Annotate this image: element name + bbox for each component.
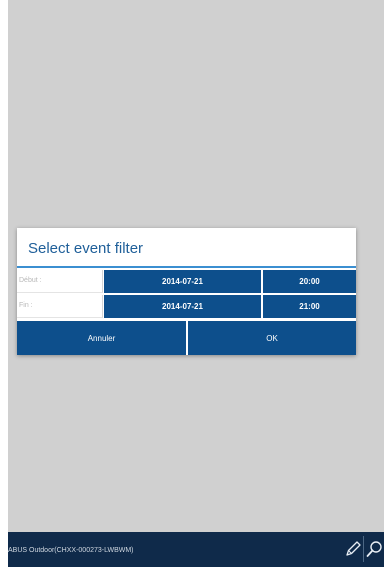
end-time-button[interactable]: 21:00	[263, 295, 356, 318]
search-icon[interactable]	[364, 538, 384, 560]
ok-button[interactable]: OK	[188, 321, 356, 355]
end-label: Fin :	[19, 302, 33, 309]
end-label-cell: Fin :	[17, 295, 103, 318]
start-date-button[interactable]: 2014-07-21	[104, 270, 261, 293]
start-label-cell: Début :	[17, 270, 103, 293]
search-icon-graphic	[366, 541, 382, 557]
dialog-title: Select event filter	[28, 240, 144, 257]
bottom-bar: ABUS Outdoor(CHXX-000273-LWBWM)	[8, 532, 384, 567]
end-row: Fin : 2014-07-21 21:00	[17, 295, 356, 318]
device-title: ABUS Outdoor(CHXX-000273-LWBWM)	[8, 547, 134, 554]
end-date-button[interactable]: 2014-07-21	[104, 295, 261, 318]
start-row: Début : 2014-07-21 20:00	[17, 270, 356, 293]
cancel-button[interactable]: Annuler	[17, 321, 186, 355]
dialog-header: Select event filter	[17, 228, 356, 268]
dialog-actions: Annuler OK	[17, 321, 356, 355]
event-filter-dialog: Select event filter Début : 2014-07-21 2…	[17, 228, 356, 355]
pencil-icon[interactable]	[342, 538, 364, 560]
start-time-button[interactable]: 20:00	[263, 270, 356, 293]
start-label: Début :	[19, 277, 42, 284]
pencil-icon-graphic	[346, 541, 361, 556]
